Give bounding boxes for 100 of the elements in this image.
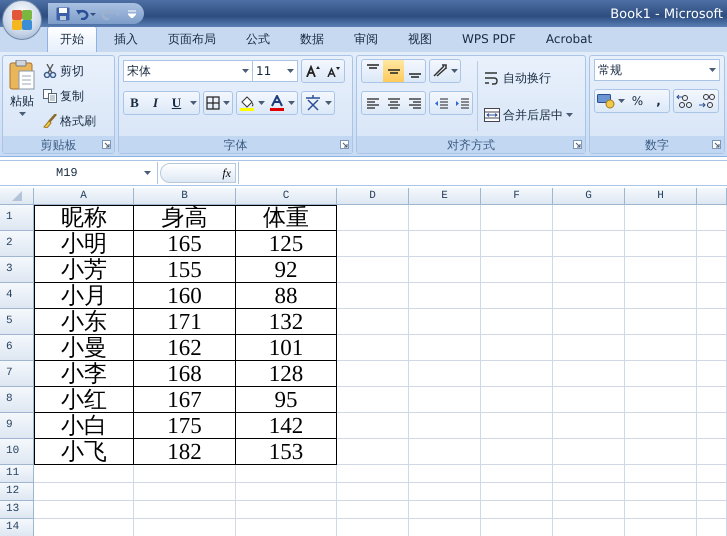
row-header[interactable]: 2 [0,231,34,257]
ribbon-tab[interactable]: 插入 [101,26,151,52]
group-title: 数字 [645,136,669,154]
ribbon-tab[interactable]: 开始 [47,26,97,52]
dialog-launcher-icon[interactable] [712,140,721,149]
empty-cell [481,231,553,257]
merge-center-button[interactable]: 合并后居中 [482,104,575,124]
dialog-launcher-icon[interactable] [102,140,111,149]
empty-cell [697,465,727,483]
empty-cell [697,205,727,231]
percent-button[interactable]: % [627,90,648,112]
table-cell: 体重 [236,205,337,231]
font-name-field[interactable]: 宋体 [123,60,253,82]
dialog-launcher-icon[interactable] [573,140,582,149]
column-header[interactable]: H [625,188,697,205]
table-cell: 175 [134,413,236,439]
empty-cell [409,439,481,465]
column-header[interactable]: A [34,188,134,205]
table-cell: 153 [236,439,337,465]
undo-icon[interactable] [76,8,96,20]
empty-cell [553,483,625,501]
bold-button[interactable]: B [124,92,145,114]
format-painter-button[interactable]: 格式刷 [41,110,98,131]
column-header[interactable]: C [236,188,337,205]
italic-button[interactable]: I [145,92,166,114]
column-header[interactable]: E [409,188,481,205]
office-button[interactable] [2,0,42,40]
row-header[interactable]: 13 [0,501,34,519]
comma-button[interactable]: , [648,90,669,112]
empty-cell [625,231,697,257]
ribbon-tab[interactable]: WPS PDF [449,26,529,52]
font-color-button[interactable] [267,92,297,114]
empty-cell [481,335,553,361]
row-header[interactable]: 3 [0,257,34,283]
logo-icon [11,9,33,31]
table-cell: 128 [236,361,337,387]
table-cell: 小红 [34,387,134,413]
empty-cell [409,361,481,387]
row-header[interactable]: 10 [0,439,34,465]
ribbon-tab[interactable]: 页面布局 [155,26,229,52]
empty-cell [481,205,553,231]
table-cell: 92 [236,257,337,283]
empty-cell [625,283,697,309]
empty-cell [409,205,481,231]
row-header[interactable]: 1 [0,205,34,231]
wrap-text-button[interactable]: 自动换行 [482,68,575,88]
ribbon-tab[interactable]: 公式 [233,26,283,52]
table-cell: 125 [236,231,337,257]
row-header[interactable]: 14 [0,519,34,536]
row-header[interactable]: 9 [0,413,34,439]
ribbon-tab[interactable]: Acrobat [532,26,606,52]
caret-icon [258,101,265,105]
table-cell: 182 [134,439,236,465]
table-cell: 小芳 [34,257,134,283]
empty-cell [409,387,481,413]
phonetic-icon [304,95,322,111]
table-cell: 168 [134,361,236,387]
outdent-icon [434,96,448,110]
empty-cell [481,413,553,439]
row-header[interactable]: 11 [0,465,34,483]
cut-button[interactable]: 剪切 [41,61,98,82]
column-header[interactable]: G [553,188,625,205]
font-size-field[interactable]: 11 [252,60,298,82]
empty-cell [409,231,481,257]
ribbon-tab[interactable]: 视图 [395,26,445,52]
window-title: Book1 - Microsoft [610,6,723,24]
empty-cell [625,361,697,387]
table-cell: 小曼 [34,335,134,361]
paste-button[interactable]: 粘贴 [7,59,37,133]
empty-cell [625,439,697,465]
ribbon-tab[interactable]: 审阅 [341,26,391,52]
row-header[interactable]: 12 [0,483,34,501]
row-header[interactable]: 7 [0,361,34,387]
empty-cell [697,335,727,361]
number-format-field[interactable]: 常规 [594,59,720,81]
row-header[interactable]: 5 [0,309,34,335]
empty-cell [697,257,727,283]
column-header[interactable]: D [337,188,409,205]
row-header[interactable]: 4 [0,283,34,309]
vertical-align-button[interactable] [383,60,404,82]
save-icon[interactable] [56,6,70,20]
table-cell: 171 [134,309,236,335]
column-header[interactable]: B [134,188,236,205]
ribbon-tab[interactable]: 数据 [287,26,337,52]
empty-cell [337,335,409,361]
brush-icon [43,114,57,128]
row-header[interactable]: 8 [0,387,34,413]
copy-button[interactable]: 复制 [41,86,98,106]
empty-cell [553,413,625,439]
insert-function-button[interactable]: fx [160,163,236,183]
empty-cell [409,413,481,439]
empty-cell [337,257,409,283]
caret-icon [288,101,295,105]
align-middle-icon [388,68,400,74]
row-header[interactable]: 6 [0,335,34,361]
name-box[interactable]: M19 [0,162,158,184]
underline-button[interactable]: U [166,92,187,114]
column-header[interactable]: F [481,188,553,205]
group-title: 剪贴板 [40,136,76,154]
dialog-launcher-icon[interactable] [340,140,349,149]
